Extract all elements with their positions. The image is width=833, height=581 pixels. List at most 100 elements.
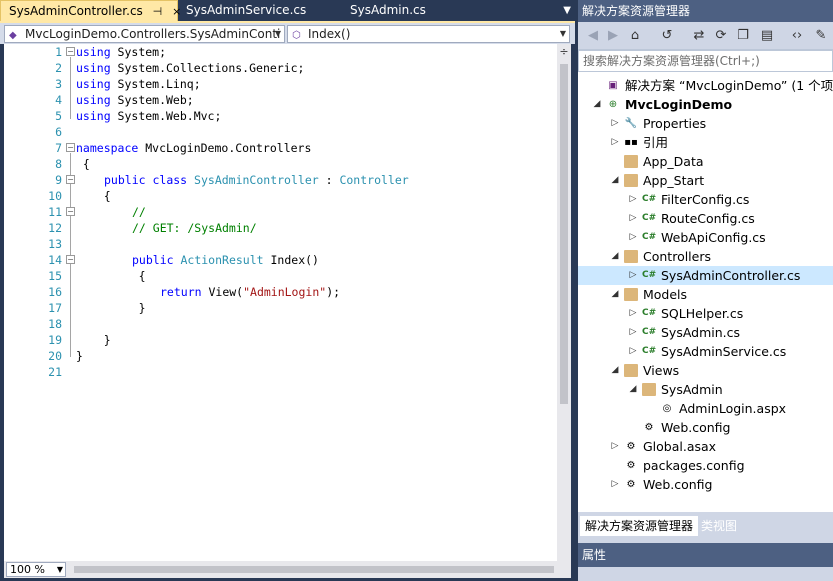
tree-item[interactable]: ⚙ packages.config: [578, 456, 833, 475]
history-icon[interactable]: ↺: [658, 27, 676, 45]
code-line-19: }: [76, 333, 111, 347]
properties-icon[interactable]: ✎: [812, 27, 830, 45]
tree-item-label: Properties: [643, 116, 707, 131]
collapse-region-icon[interactable]: −: [66, 255, 75, 264]
solution-explorer-title: 解决方案资源管理器: [578, 0, 833, 22]
tree-item-label: Global.asax: [643, 439, 717, 454]
search-placeholder: 搜索解决方案资源管理器(Ctrl+;): [583, 54, 760, 68]
tab-class-view[interactable]: 类视图: [696, 516, 742, 536]
fold-guide: [70, 265, 71, 325]
collapsed-arrow-icon[interactable]: ▷: [628, 304, 638, 323]
tree-item[interactable]: ▷ C# RouteConfig.cs: [578, 209, 833, 228]
tree-item[interactable]: ▷ 🔧 Properties: [578, 114, 833, 133]
vertical-scrollbar[interactable]: ÷: [557, 44, 571, 561]
sync-icon[interactable]: ⇄: [690, 27, 708, 45]
tree-item[interactable]: ◎ AdminLogin.aspx: [578, 399, 833, 418]
collapsed-arrow-icon[interactable]: ▷: [628, 228, 638, 247]
code-line-15: {: [104, 269, 146, 283]
show-all-files-icon[interactable]: ▤: [758, 27, 776, 45]
tree-item[interactable]: ◢ Views: [578, 361, 833, 380]
collapsed-arrow-icon[interactable]: ▷: [628, 342, 638, 361]
tree-item[interactable]: ▷ ⚙ Web.config: [578, 475, 833, 494]
tree-item[interactable]: ⚙ Web.config: [578, 418, 833, 437]
line-number: 16: [48, 285, 62, 299]
collapse-region-icon[interactable]: −: [66, 47, 75, 56]
tree-item[interactable]: ▷ C# SysAdmin.cs: [578, 323, 833, 342]
expanded-arrow-icon[interactable]: ◢: [592, 95, 602, 114]
fold-guide: [70, 57, 71, 119]
tab-sysadmincontroller[interactable]: SysAdminController.cs ⊣ ×: [0, 0, 181, 22]
tree-item[interactable]: App_Data: [578, 152, 833, 171]
csharp-file-icon: C#: [642, 232, 657, 242]
scrollbar-thumb[interactable]: [560, 64, 568, 404]
expanded-arrow-icon[interactable]: ◢: [610, 361, 620, 380]
collapsed-arrow-icon[interactable]: ▷: [628, 323, 638, 342]
tab-sysadmin[interactable]: SysAdmin.cs: [342, 0, 434, 21]
back-icon[interactable]: ◀: [584, 27, 602, 45]
tree-item[interactable]: ▷ ⚙ Global.asax: [578, 437, 833, 456]
tree-item[interactable]: ◢ Models: [578, 285, 833, 304]
collapse-region-icon[interactable]: −: [66, 143, 75, 152]
horizontal-scrollbar[interactable]: [74, 566, 554, 573]
view-code-icon[interactable]: ‹›: [788, 27, 806, 45]
tree-item[interactable]: ▷ C# WebApiConfig.cs: [578, 228, 833, 247]
zoom-dropdown[interactable]: 100 % ▼: [6, 562, 66, 577]
collapsed-arrow-icon[interactable]: ▷: [628, 209, 638, 228]
split-view-icon[interactable]: ÷: [557, 44, 571, 60]
collapse-all-icon[interactable]: ❐: [734, 27, 752, 45]
collapse-region-icon[interactable]: −: [66, 207, 75, 216]
tree-item-label: Views: [643, 363, 680, 378]
line-number: 7: [55, 141, 62, 155]
expanded-arrow-icon[interactable]: ◢: [628, 380, 638, 399]
tree-item[interactable]: ◢ App_Start: [578, 171, 833, 190]
line-number: 15: [48, 269, 62, 283]
code-text-area[interactable]: 1 2 3 4 5 6 7 8 9 10 11 12 13 14 15 16 17 18 19 20 21 − − − …: [4, 44, 571, 561]
type-dropdown[interactable]: ◆ MvcLoginDemo.Controllers.SysAdminConti …: [4, 25, 285, 43]
tree-item-label: Web.config: [643, 477, 713, 492]
line-number: 4: [55, 93, 62, 107]
pin-icon[interactable]: ⊣: [153, 1, 163, 22]
line-number: 17: [48, 301, 62, 315]
member-dropdown[interactable]: ⬡ Index() ▼: [287, 25, 570, 43]
line-number: 8: [55, 157, 62, 171]
line-number: 1: [55, 45, 62, 59]
refresh-icon[interactable]: ⟳: [712, 27, 730, 45]
collapsed-arrow-icon[interactable]: ▷: [628, 190, 638, 209]
collapsed-arrow-icon[interactable]: ▷: [610, 133, 620, 152]
solution-search-input[interactable]: 搜索解决方案资源管理器(Ctrl+;): [578, 50, 833, 72]
tab-solution-explorer[interactable]: 解决方案资源管理器: [580, 516, 699, 536]
forward-icon[interactable]: ▶: [604, 27, 622, 45]
tree-item-label: Web.config: [661, 420, 731, 435]
collapsed-arrow-icon[interactable]: ▷: [610, 114, 620, 133]
line-number: 9: [55, 173, 62, 187]
tree-item[interactable]: ▷ C# FilterConfig.cs: [578, 190, 833, 209]
collapsed-arrow-icon[interactable]: ▷: [628, 266, 638, 285]
line-number: 12: [48, 221, 62, 235]
tab-sysadminservice[interactable]: SysAdminService.cs: [178, 0, 314, 21]
chevron-down-icon: ▼: [56, 565, 63, 574]
collapse-region-icon[interactable]: −: [66, 175, 75, 184]
csharp-file-icon: C#: [642, 346, 657, 356]
expanded-arrow-icon[interactable]: ◢: [610, 247, 620, 266]
collapsed-arrow-icon[interactable]: ▷: [610, 475, 620, 494]
tab-overflow-dropdown-icon[interactable]: ▼: [563, 0, 571, 21]
home-icon[interactable]: ⌂: [626, 27, 644, 45]
tree-item[interactable]: ▷ C# SysAdminController.cs: [578, 266, 833, 285]
code-line-5: using System.Web.Mvc;: [76, 109, 222, 123]
collapsed-arrow-icon[interactable]: ▷: [610, 437, 620, 456]
tree-item[interactable]: ▣ 解决方案 “MvcLoginDemo” (1 个项目): [578, 76, 833, 95]
code-line-9: public class SysAdminController : Contro…: [104, 173, 409, 187]
global-asax-icon: ⚙: [626, 441, 636, 452]
tree-item[interactable]: ▷ C# SQLHelper.cs: [578, 304, 833, 323]
tree-item[interactable]: ◢ ⊕ MvcLoginDemo: [578, 95, 833, 114]
config-icon: ⚙: [626, 460, 636, 471]
tree-item[interactable]: ◢ Controllers: [578, 247, 833, 266]
tree-item[interactable]: ▷ C# SysAdminService.cs: [578, 342, 833, 361]
expanded-arrow-icon[interactable]: ◢: [610, 171, 620, 190]
code-line-20: }: [76, 349, 83, 363]
code-line-16: return View("AdminLogin");: [160, 285, 341, 299]
expanded-arrow-icon[interactable]: ◢: [610, 285, 620, 304]
tree-item[interactable]: ▷ ▪▪ 引用: [578, 133, 833, 152]
tree-item[interactable]: ◢ SysAdmin: [578, 380, 833, 399]
line-number: 3: [55, 77, 62, 91]
